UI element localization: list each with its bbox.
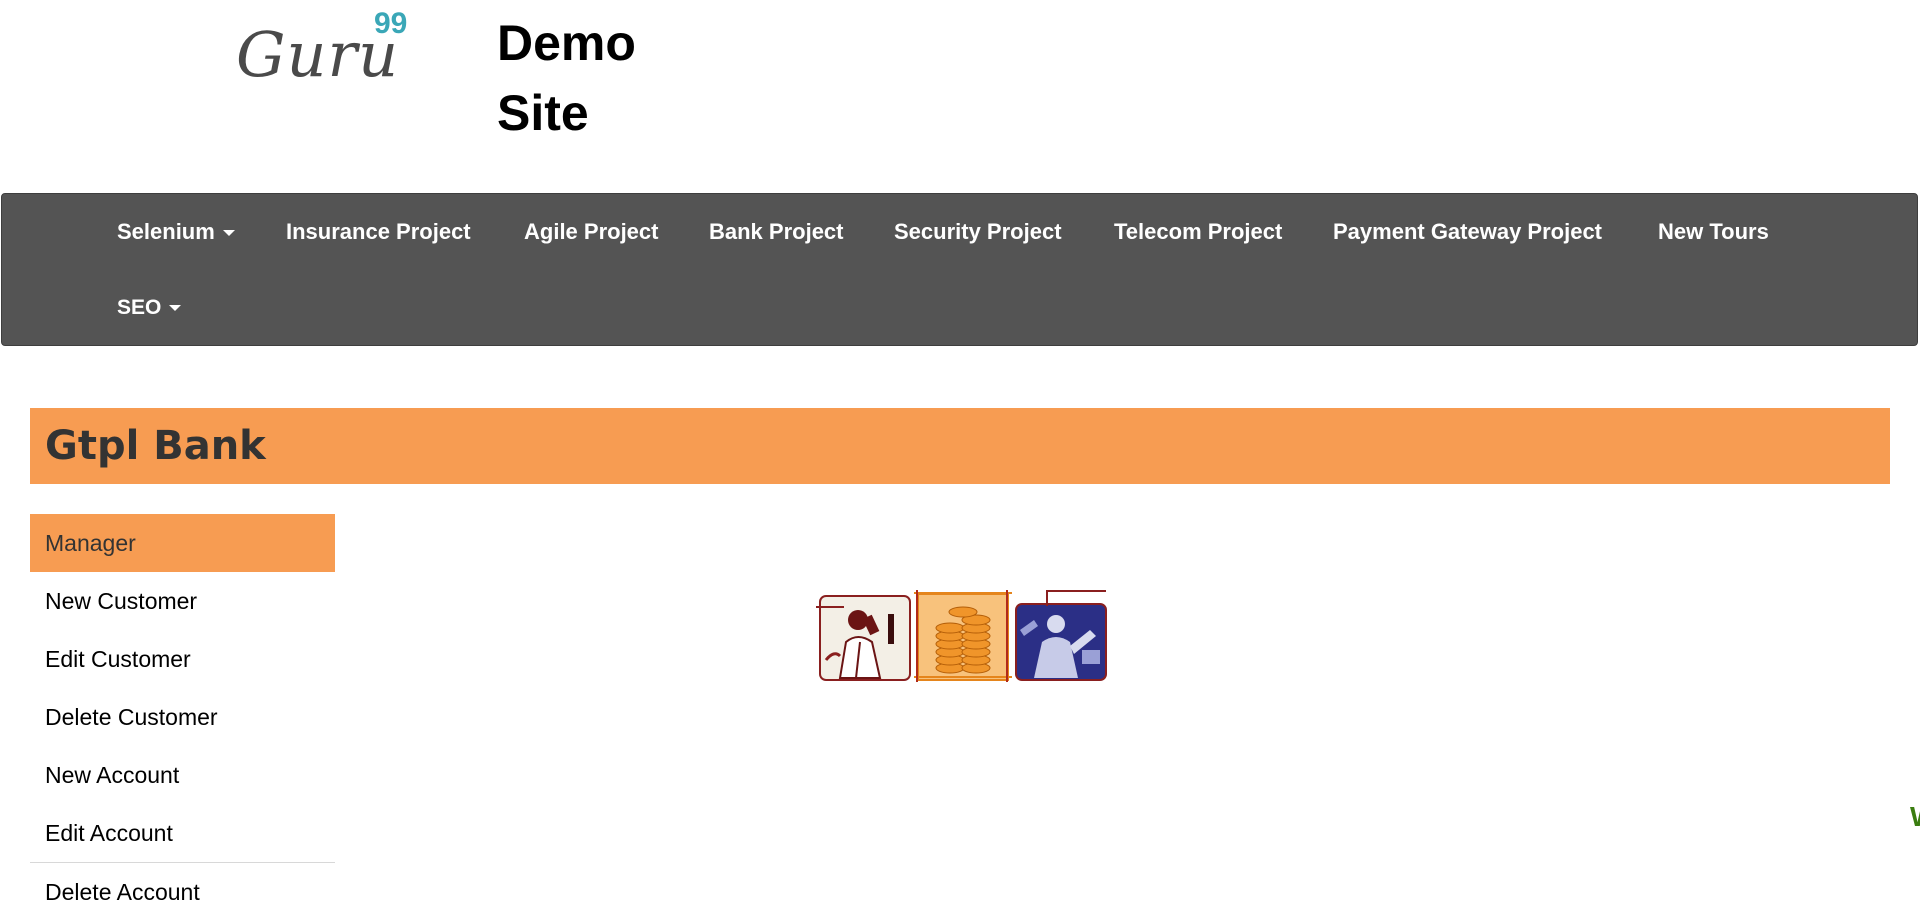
caret-down-icon — [169, 305, 182, 312]
site-title-line-1: Demo — [497, 15, 636, 71]
nav-item-label: Selenium — [117, 219, 215, 244]
nav-item-security-project[interactable]: Security Project — [894, 219, 1062, 245]
bank-images-banner — [816, 590, 1110, 682]
nav-item-payment-gateway-project[interactable]: Payment Gateway Project — [1333, 219, 1602, 245]
nav-item-new-tours[interactable]: New Tours — [1658, 219, 1769, 245]
bank-banner: Gtpl Bank — [30, 408, 1890, 484]
nav-item-bank-project[interactable]: Bank Project — [709, 219, 844, 245]
site-header: Guru 99 Demo Site — [0, 0, 1920, 193]
top-navbar: Selenium Insurance Project Agile Project… — [1, 193, 1918, 346]
nav-item-seo[interactable]: SEO — [117, 295, 182, 321]
bank-title: Gtpl Bank — [45, 423, 266, 469]
nav-item-selenium[interactable]: Selenium — [117, 219, 235, 245]
manager-sidebar-menu: Manager New Customer Edit Customer Delet… — [30, 514, 335, 920]
nav-item-label: SEO — [117, 296, 162, 319]
logo-superscript: 99 — [374, 7, 408, 40]
nav-item-telecom-project[interactable]: Telecom Project — [1114, 219, 1282, 245]
guru99-logo[interactable]: Guru 99 — [236, 8, 416, 88]
site-title: Demo Site — [497, 8, 636, 148]
businessman-phone-image — [816, 595, 911, 681]
menu-item-manager[interactable]: Manager — [30, 514, 335, 572]
menu-item-delete-account[interactable]: Delete Account — [30, 862, 335, 920]
menu-item-new-customer[interactable]: New Customer — [30, 572, 335, 630]
nav-item-insurance-project[interactable]: Insurance Project — [286, 219, 471, 245]
nav-item-agile-project[interactable]: Agile Project — [524, 219, 658, 245]
site-title-line-2: Site — [497, 85, 589, 141]
gold-coins-image — [914, 590, 1012, 682]
menu-item-new-account[interactable]: New Account — [30, 746, 335, 804]
menu-item-delete-customer[interactable]: Delete Customer — [30, 688, 335, 746]
caret-down-icon — [222, 230, 235, 237]
edge-text: W — [1910, 802, 1920, 832]
menu-item-edit-customer[interactable]: Edit Customer — [30, 630, 335, 688]
worker-image — [1015, 590, 1107, 681]
menu-item-edit-account[interactable]: Edit Account — [30, 804, 335, 862]
